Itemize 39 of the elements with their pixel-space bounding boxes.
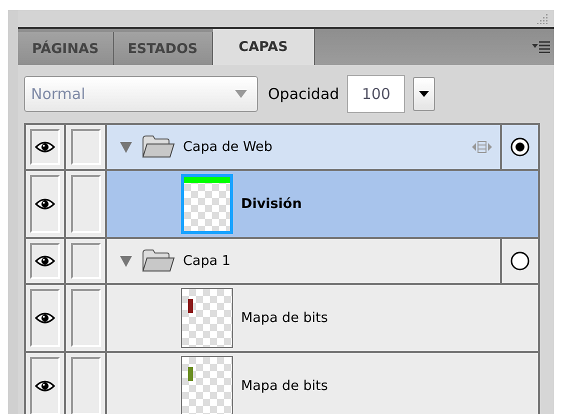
- lock-toggle[interactable]: [70, 357, 100, 414]
- visibility-toggle[interactable]: [30, 357, 60, 414]
- lock-toggle[interactable]: [70, 289, 100, 347]
- visibility-toggle[interactable]: [30, 243, 60, 279]
- layer-thumbnail: [181, 174, 233, 234]
- lock-toggle[interactable]: [70, 129, 100, 165]
- layer-row[interactable]: División: [107, 171, 538, 237]
- expanded-triangle-icon[interactable]: [119, 140, 133, 154]
- layer-name: Capa de Web: [183, 139, 272, 155]
- visibility-toggle[interactable]: [30, 289, 60, 347]
- layer-row[interactable]: Capa de Web: [107, 125, 502, 169]
- opacity-label: Opacidad: [268, 85, 340, 103]
- caret-icon: [419, 91, 430, 97]
- layer-name: Capa 1: [183, 253, 230, 269]
- layer-name: División: [241, 196, 302, 212]
- visibility-toggle[interactable]: [30, 129, 60, 165]
- eye-icon[interactable]: [35, 255, 55, 267]
- dropdown-arrow-icon: [235, 90, 247, 98]
- layer-name: Mapa de bits: [241, 310, 328, 326]
- layer-name: Mapa de bits: [241, 378, 328, 394]
- resize-handle-icon[interactable]: [472, 140, 492, 154]
- folder-icon: [141, 249, 175, 273]
- panel-menu-icon[interactable]: [532, 41, 550, 53]
- visibility-toggle[interactable]: [30, 175, 60, 233]
- panel-tab[interactable]: CAPAS: [212, 29, 315, 65]
- expanded-triangle-icon[interactable]: [119, 254, 133, 268]
- eye-icon[interactable]: [35, 380, 55, 392]
- folder-icon: [141, 135, 175, 159]
- eye-icon[interactable]: [35, 312, 55, 324]
- eye-icon[interactable]: [35, 141, 55, 153]
- selected-radio[interactable]: [510, 137, 530, 157]
- layer-thumbnail: [181, 356, 233, 414]
- lock-toggle[interactable]: [70, 175, 100, 233]
- opacity-dropdown-button[interactable]: [413, 77, 436, 111]
- layer-thumbnail: [181, 288, 233, 348]
- opacity-field[interactable]: 100: [347, 75, 406, 113]
- eye-icon[interactable]: [35, 198, 55, 210]
- lock-toggle[interactable]: [70, 243, 100, 279]
- unselected-radio[interactable]: [510, 251, 530, 271]
